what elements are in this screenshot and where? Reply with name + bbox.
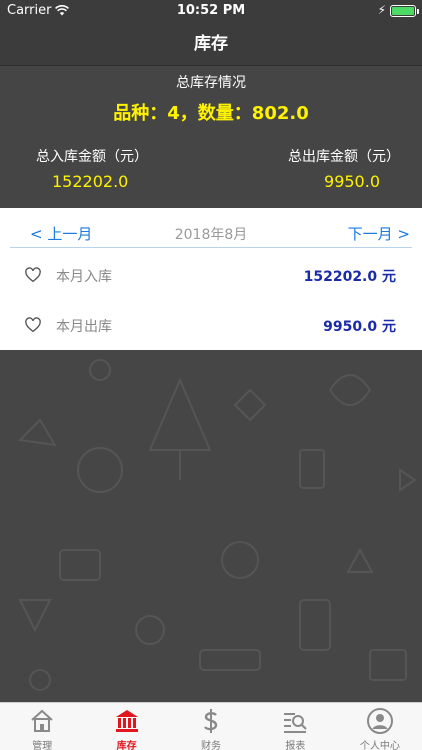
tab-label: 财务 — [201, 741, 222, 750]
total-out-label: 总出库金额（元） — [288, 149, 400, 165]
summary-subtitle: 总库存情况 — [176, 75, 246, 91]
month-panel: < 上一月 2018年8月 下一月 > 本月入库 152202.0 元 本月出库… — [0, 208, 422, 350]
tab-inventory[interactable]: 库存 — [84, 703, 168, 750]
tab-finance[interactable]: 财务 — [169, 703, 253, 750]
status-bar: Carrier 10:52 PM ⚡ — [0, 0, 422, 22]
report-search-icon — [284, 713, 308, 733]
month-out-amount: 9950.0 元 — [323, 319, 396, 335]
month-out-label: 本月出库 — [56, 319, 112, 335]
tab-label: 报表 — [285, 741, 306, 750]
house-icon — [31, 709, 53, 732]
background-pattern — [0, 350, 422, 702]
dollar-icon — [204, 709, 218, 733]
battery-icon — [390, 5, 419, 17]
page-title: 库存 — [194, 34, 228, 54]
tab-profile[interactable]: 个人中心 — [338, 703, 422, 750]
total-in-value: 152202.0 — [52, 172, 129, 191]
tab-bar: 管理 库存 财务 报表 个人中心 — [0, 702, 422, 750]
month-in-amount: 152202.0 元 — [303, 269, 396, 285]
tab-label: 管理 — [32, 741, 53, 750]
tab-label: 个人中心 — [359, 741, 400, 750]
tab-manage[interactable]: 管理 — [0, 703, 84, 750]
doodle-pattern — [17, 359, 417, 691]
inventory-summary: 总库存情况 品种：4，数量：802.0 总入库金额（元） 总出库金额（元） 15… — [0, 66, 422, 208]
heart-icon — [25, 267, 41, 283]
total-out-value: 9950.0 — [324, 172, 380, 191]
nav-bar: 库存 — [0, 22, 422, 66]
user-icon — [366, 708, 393, 734]
month-navigator: < 上一月 2018年8月 下一月 > — [10, 218, 412, 248]
tab-reports[interactable]: 报表 — [253, 703, 337, 750]
heart-icon — [25, 317, 41, 333]
tab-label: 库存 — [116, 741, 137, 750]
month-out-row[interactable]: 本月出库 9950.0 元 — [0, 302, 422, 348]
clock-time: 10:52 PM — [176, 3, 246, 18]
total-in-label: 总入库金额（元） — [36, 149, 148, 165]
variety-quantity-stat: 品种：4，数量：802.0 — [113, 103, 309, 124]
next-month-button[interactable]: 下一月 > — [348, 223, 410, 244]
charging-icon: ⚡ — [377, 3, 386, 17]
bank-icon — [115, 710, 138, 732]
month-in-label: 本月入库 — [56, 269, 112, 285]
month-in-row[interactable]: 本月入库 152202.0 元 — [0, 252, 422, 298]
